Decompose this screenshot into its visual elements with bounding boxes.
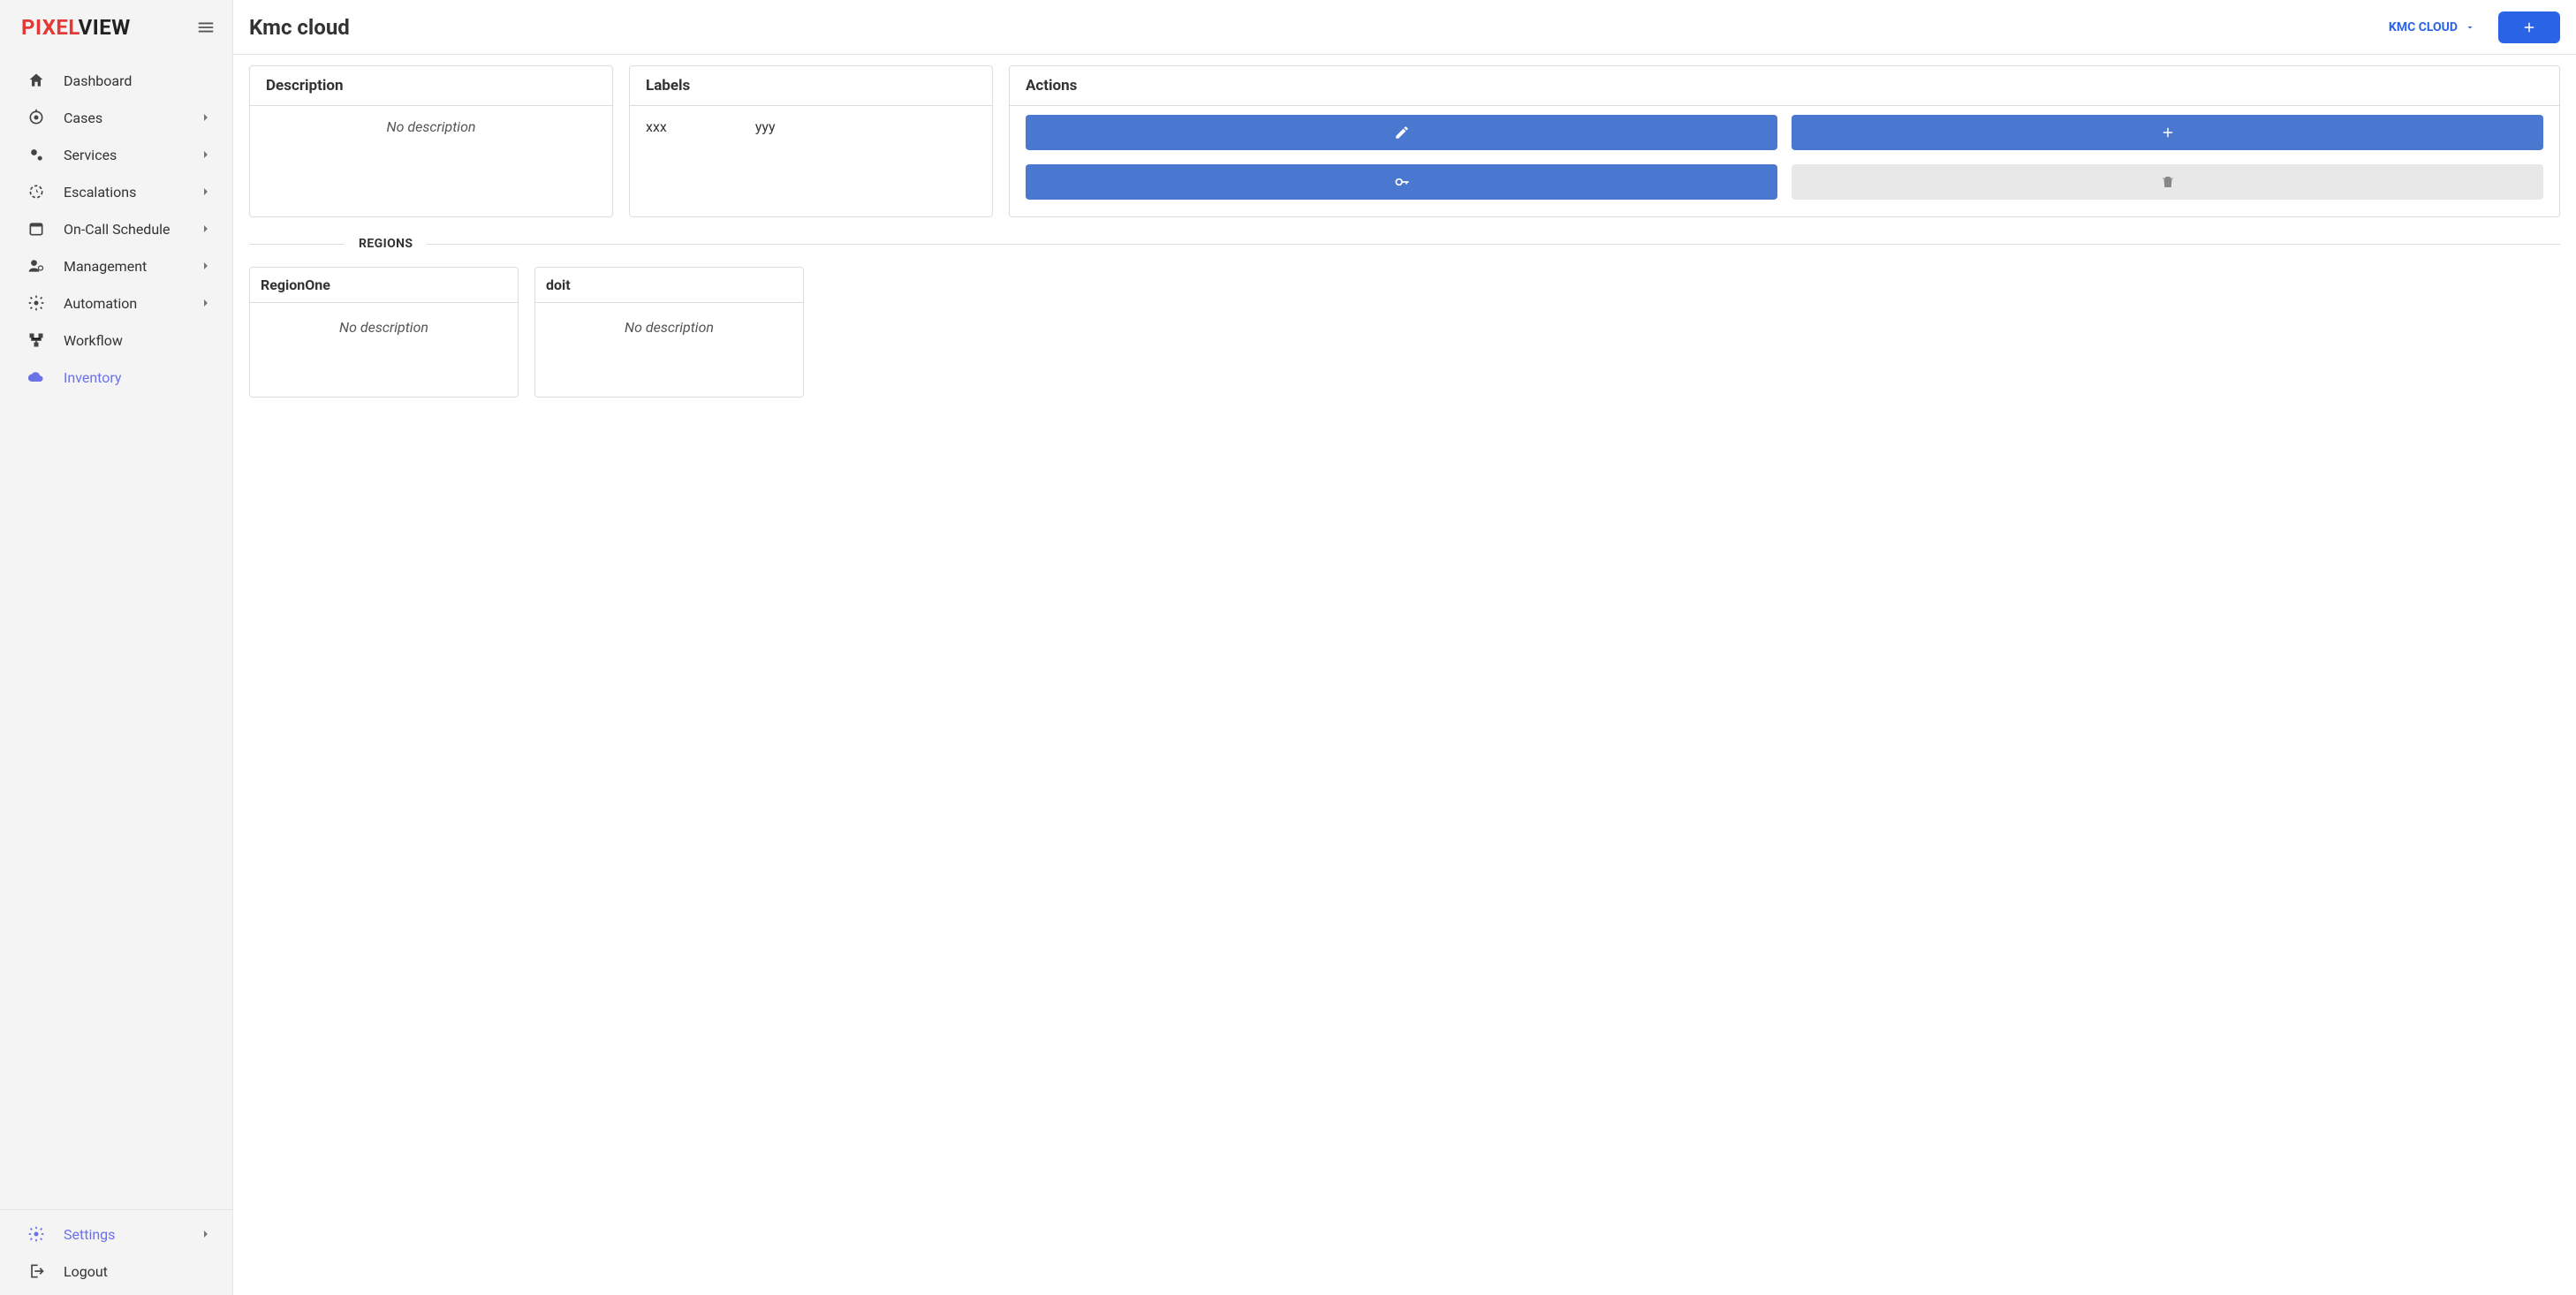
region-name: doit	[535, 268, 803, 303]
region-card[interactable]: RegionOne No description	[249, 267, 519, 398]
sidebar-item-dashboard[interactable]: Dashboard	[0, 62, 232, 99]
regions-section-label: REGIONS	[345, 237, 427, 251]
sidebar-item-services[interactable]: Services	[0, 136, 232, 173]
actions-grid	[1010, 106, 2559, 212]
gears-icon	[27, 145, 46, 164]
gear-icon	[27, 1224, 46, 1244]
target-icon	[27, 108, 46, 127]
user-gear-icon	[27, 256, 46, 276]
cloud-icon	[27, 367, 46, 387]
plus-icon	[2160, 125, 2176, 140]
chevron-right-icon	[199, 259, 215, 273]
sidebar-item-label: On-Call Schedule	[64, 221, 181, 238]
sidebar-item-label: Dashboard	[64, 72, 215, 89]
caret-down-icon	[2465, 22, 2475, 33]
primary-nav: Dashboard Cases Services Escalatio	[0, 55, 232, 1209]
region-card[interactable]: doit No description	[534, 267, 804, 398]
logout-icon	[27, 1261, 46, 1281]
hamburger-menu-button[interactable]	[195, 17, 216, 38]
labels-body: xxx yyy	[630, 106, 992, 216]
main-header: Kmc cloud KMC CLOUD	[233, 0, 2576, 55]
chevron-right-icon	[199, 296, 215, 310]
sidebar-item-inventory[interactable]: Inventory	[0, 359, 232, 396]
sidebar-item-label: Escalations	[64, 184, 181, 201]
add-button[interactable]	[2498, 11, 2560, 43]
sidebar-item-label: Workflow	[64, 332, 215, 349]
sidebar-item-label: Logout	[64, 1263, 215, 1280]
sidebar-item-workflow[interactable]: Workflow	[0, 322, 232, 359]
cloud-selector-dropdown[interactable]: KMC CLOUD	[2380, 15, 2484, 40]
description-card: Description No description	[249, 65, 613, 217]
label-tag: xxx	[646, 118, 667, 204]
pencil-icon	[1394, 125, 1410, 140]
page-title: Kmc cloud	[249, 15, 2366, 40]
escalation-icon	[27, 182, 46, 201]
labels-card: Labels xxx yyy	[629, 65, 993, 217]
region-desc: No description	[250, 303, 518, 397]
regions-row: RegionOne No description doit No descrip…	[249, 267, 2560, 398]
sidebar-item-automation[interactable]: Automation	[0, 284, 232, 322]
chevron-right-icon	[199, 185, 215, 199]
add-region-button[interactable]	[1792, 115, 2543, 150]
sidebar-item-logout[interactable]: Logout	[0, 1253, 232, 1290]
region-desc: No description	[535, 303, 803, 397]
label-tag: yyy	[755, 118, 776, 204]
sidebar-item-settings[interactable]: Settings	[0, 1215, 232, 1253]
trash-icon	[2160, 174, 2176, 190]
sidebar-item-label: Settings	[64, 1226, 181, 1243]
content: Description No description Labels xxx yy…	[233, 55, 2576, 408]
regions-divider: REGIONS	[249, 237, 2560, 251]
gear-icon	[27, 293, 46, 313]
logo-view: VIEW	[79, 15, 131, 40]
chevron-right-icon	[199, 1227, 215, 1241]
brand-logo: PIXELVIEW	[21, 15, 131, 40]
edit-button[interactable]	[1026, 115, 1777, 150]
actions-card: Actions	[1009, 65, 2560, 217]
chevron-right-icon	[199, 148, 215, 162]
main-area: Kmc cloud KMC CLOUD Description No descr…	[233, 0, 2576, 1295]
sidebar: PIXELVIEW Dashboard Cases	[0, 0, 233, 1295]
sidebar-item-cases[interactable]: Cases	[0, 99, 232, 136]
card-title: Actions	[1010, 66, 2559, 106]
sidebar-item-escalations[interactable]: Escalations	[0, 173, 232, 210]
sidebar-item-label: Services	[64, 147, 181, 163]
card-title: Labels	[630, 66, 992, 106]
card-title: Description	[250, 66, 612, 106]
logo-pixel: PIXEL	[21, 15, 79, 40]
home-icon	[27, 71, 46, 90]
hamburger-icon	[196, 18, 216, 37]
workflow-icon	[27, 330, 46, 350]
credentials-button[interactable]	[1026, 164, 1777, 200]
sidebar-item-label: Inventory	[64, 369, 215, 386]
summary-row: Description No description Labels xxx yy…	[249, 65, 2560, 217]
region-name: RegionOne	[250, 268, 518, 303]
chevron-right-icon	[199, 110, 215, 125]
cloud-selector-label: KMC CLOUD	[2389, 20, 2458, 34]
chevron-right-icon	[199, 222, 215, 236]
plus-icon	[2521, 19, 2537, 35]
description-body: No description	[250, 106, 612, 216]
calendar-icon	[27, 219, 46, 239]
delete-button	[1792, 164, 2543, 200]
key-icon	[1393, 173, 1411, 191]
sidebar-item-oncall[interactable]: On-Call Schedule	[0, 210, 232, 247]
sidebar-item-label: Automation	[64, 295, 181, 312]
sidebar-item-label: Management	[64, 258, 181, 275]
sidebar-header: PIXELVIEW	[0, 0, 232, 55]
sidebar-item-management[interactable]: Management	[0, 247, 232, 284]
sidebar-footer: Settings Logout	[0, 1209, 232, 1295]
sidebar-item-label: Cases	[64, 110, 181, 126]
